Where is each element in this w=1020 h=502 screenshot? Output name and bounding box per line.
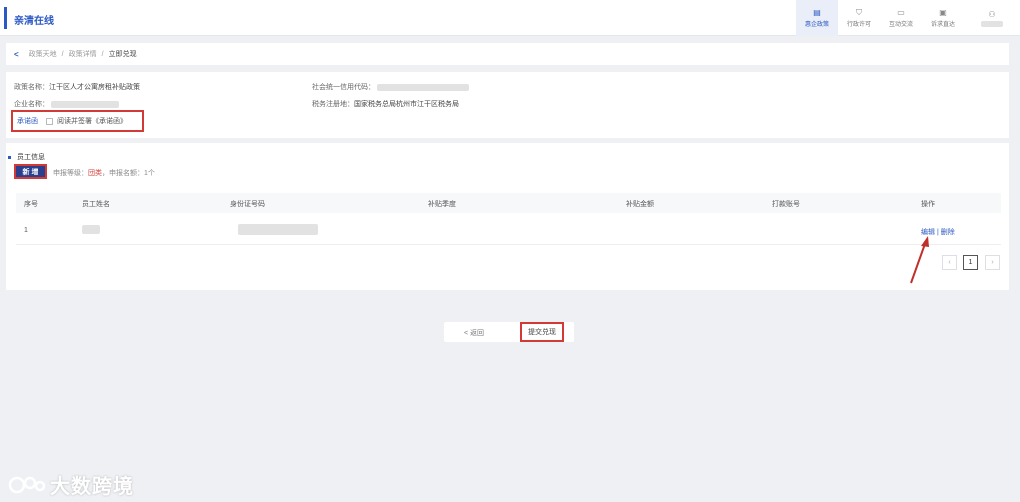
quota-level: 団类 xyxy=(88,170,102,177)
nav-item-label: 诉求直达 xyxy=(930,22,955,28)
add-staff-button[interactable]: 新 增 xyxy=(14,164,47,179)
submit-button[interactable]: 提交兑现 xyxy=(520,322,564,342)
watermark: 大数跨境 xyxy=(8,470,134,499)
credit-code-label: 社会统一信用代码： xyxy=(312,84,375,91)
table-row: 1 编辑 | 删除 xyxy=(16,215,1001,245)
nav-item-user[interactable]: ⚇ xyxy=(964,0,1020,36)
nav-item-label: 惠企政策 xyxy=(804,22,829,28)
col-actions: 操作 xyxy=(921,201,935,208)
nav-item-license[interactable]: ⛉ 行政许可 xyxy=(838,0,880,36)
user-name-redacted xyxy=(981,20,1003,27)
promise-checkbox[interactable] xyxy=(46,117,53,125)
message-icon: ▣ xyxy=(939,8,947,17)
row-actions: 编辑 | 删除 xyxy=(921,227,955,237)
nav-item-label: 互动交流 xyxy=(888,22,913,28)
nav-item-appeal[interactable]: ▣ 诉求直达 xyxy=(922,0,964,36)
form-actions: < 返回 提交兑现 xyxy=(444,322,574,342)
main-nav: ▤ 惠企政策 ⛉ 行政许可 ▭ 互动交流 ▣ 诉求直达 ⚇ xyxy=(796,0,1020,36)
promise-letter-label[interactable]: 承诺函 xyxy=(17,116,38,126)
pagination-page-1[interactable]: 1 xyxy=(963,255,978,270)
breadcrumb-item-policy-world[interactable]: 政策天地 xyxy=(29,49,57,59)
tax-registration-field: 税务注册地：国家税务总局杭州市江干区税务局 xyxy=(312,99,459,109)
policy-name-value: 江干区人才公寓房租补贴政策 xyxy=(49,84,140,91)
col-id-number: 身份证号码 xyxy=(230,201,265,208)
row-name-redacted xyxy=(82,225,100,234)
section-dot-icon xyxy=(8,155,11,159)
row-id-redacted xyxy=(238,224,318,235)
brand-accent-bar xyxy=(4,7,7,29)
edit-link[interactable]: 编辑 xyxy=(921,229,935,236)
quota-hint-prefix: 申报等级： xyxy=(53,170,88,177)
folder-icon: ▭ xyxy=(897,8,905,17)
company-name-label: 企业名称： xyxy=(14,101,49,108)
watermark-logo-icon xyxy=(8,476,46,493)
breadcrumb: < 政策天地 / 政策详情 / 立即兑现 xyxy=(6,43,1009,65)
credit-code-redacted xyxy=(376,83,469,91)
quota-hint: 申报等级：団类，申报名额：1个 xyxy=(53,168,155,178)
top-bar: 亲清在线 ▤ 惠企政策 ⛉ 行政许可 ▭ 互动交流 ▣ 诉求直达 ⚇ xyxy=(0,0,1020,36)
nav-item-interaction[interactable]: ▭ 互动交流 xyxy=(880,0,922,36)
company-name-field: 企业名称： xyxy=(14,99,119,109)
table-header: 序号 员工姓名 身份证号码 补贴季度 补贴金额 打款账号 操作 xyxy=(16,193,1001,213)
breadcrumb-item-policy-detail[interactable]: 政策详情 xyxy=(69,49,97,59)
credit-code-field: 社会统一信用代码： xyxy=(312,82,469,92)
document-icon: ▤ xyxy=(813,8,821,17)
section-title: 员工信息 xyxy=(8,152,45,162)
watermark-text: 大数跨境 xyxy=(50,476,134,498)
user-icon: ⚇ xyxy=(988,9,996,19)
app-brand[interactable]: 亲清在线 xyxy=(14,12,54,27)
policy-name-field: 政策名称：江干区人才公寓房租补贴政策 xyxy=(14,82,140,92)
policy-info-card: 政策名称：江干区人才公寓房租补贴政策 企业名称： 社会统一信用代码： 税务注册地… xyxy=(6,72,1009,138)
col-name: 员工姓名 xyxy=(82,201,110,208)
back-button[interactable]: < 返回 xyxy=(464,328,484,338)
breadcrumb-separator: / xyxy=(101,50,104,58)
quota-hint-suffix: ，申报名额：1个 xyxy=(102,170,155,177)
col-account: 打款账号 xyxy=(772,201,800,208)
company-name-redacted xyxy=(50,100,119,108)
nav-item-policies[interactable]: ▤ 惠企政策 xyxy=(796,0,838,36)
section-title-text: 员工信息 xyxy=(17,154,45,161)
promise-letter-box: 承诺函 阅读并签署《承诺函》 xyxy=(11,110,144,132)
promise-checkbox-label[interactable]: 阅读并签署《承诺函》 xyxy=(57,116,127,126)
breadcrumb-item-current: 立即兑现 xyxy=(108,51,137,58)
col-index: 序号 xyxy=(24,201,38,208)
back-chevron-icon[interactable]: < xyxy=(14,50,19,59)
col-quarter: 补贴季度 xyxy=(428,201,456,208)
tax-registration-value: 国家税务总局杭州市江干区税务局 xyxy=(354,101,459,108)
row-index: 1 xyxy=(24,227,28,234)
pagination-prev[interactable]: ‹ xyxy=(942,255,957,270)
action-divider: | xyxy=(936,229,939,236)
shield-check-icon: ⛉ xyxy=(856,8,862,17)
pagination-next[interactable]: › xyxy=(985,255,1000,270)
breadcrumb-separator: / xyxy=(61,50,64,58)
staff-info-card: 员工信息 新 增 申报等级：団类，申报名额：1个 序号 员工姓名 身份证号码 补… xyxy=(6,143,1009,290)
delete-link[interactable]: 删除 xyxy=(941,229,955,236)
tax-registration-label: 税务注册地： xyxy=(312,101,354,108)
col-amount: 补贴金额 xyxy=(626,201,654,208)
policy-name-label: 政策名称： xyxy=(14,84,49,91)
nav-item-label: 行政许可 xyxy=(846,22,871,28)
